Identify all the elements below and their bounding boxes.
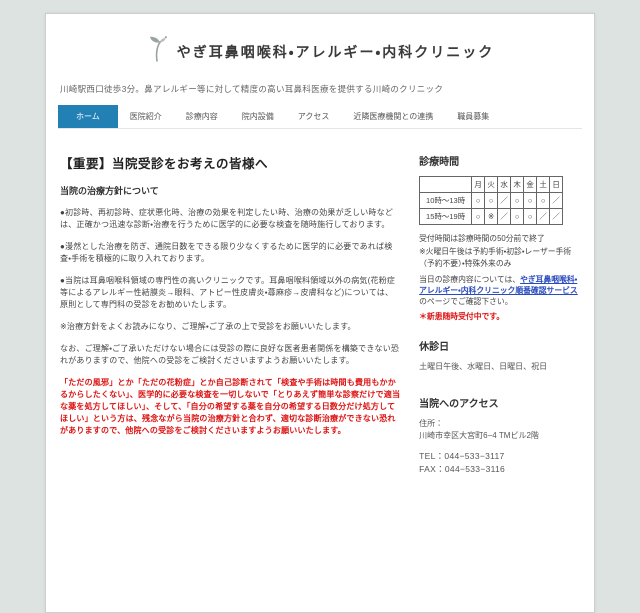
day-header: 木 <box>510 176 525 193</box>
page-title: 【重要】当院受診をお考えの皆様へ <box>60 157 269 171</box>
site-tagline: 川崎駅西口徒歩3分。鼻アレルギー等に対して精度の高い耳鼻科医療を提供する川崎のク… <box>60 84 444 94</box>
fax-line: FAX：044−533−3116 <box>419 463 506 474</box>
day-header: 月 <box>471 176 486 193</box>
content-area: 【重要】当院受診をお考えの皆様へ 当院の治療方針について ●初診時、再初診時、症… <box>46 129 594 476</box>
day-header: 土 <box>536 176 551 193</box>
hours-cell: ／ <box>549 192 564 209</box>
hours-cell: ○ <box>471 208 486 225</box>
address-label: 住所： <box>419 418 444 428</box>
same-day-info-prefix: 当日の診療内容については、 <box>419 274 521 284</box>
policy-paragraph: なお、ご理解・ご了承いただけない場合には受診の際に良好な医者患者関係を構築できな… <box>60 344 400 365</box>
closed-days-text: 土曜日午後、水曜日、日曜日、祝日 <box>419 361 548 371</box>
hours-row-label: 15時～19時 <box>419 208 473 225</box>
reception-note: 受付時間は診療時間の50分前で終了 <box>419 234 545 243</box>
main-column: 【重要】当院受診をお考えの皆様へ 当院の治療方針について ●初診時、再初診時、症… <box>60 141 401 476</box>
closed-days-heading: 休診日 <box>419 341 450 353</box>
day-header: 日 <box>549 176 564 193</box>
tel-line: TEL：044−533−3117 <box>419 450 505 461</box>
hours-cell: ○ <box>523 208 538 225</box>
address-block: 住所： 川崎市幸区大宮町6−4 TMビル2階 <box>419 418 580 442</box>
hours-cell: ○ <box>510 208 525 225</box>
clinic-logo-icon <box>146 36 170 67</box>
hours-table: 月 火 水 木 金 土 日 10時～13時 ○ ○ ／ ○ ○ ○ ／ 15時～… <box>419 176 564 225</box>
nav-tab-services[interactable]: 診療内容 <box>174 105 230 128</box>
hours-row-label: 10時～13時 <box>419 192 473 209</box>
hours-table-header-row: 月 火 水 木 金 土 日 <box>419 176 564 193</box>
hours-cell: ※ <box>484 208 499 225</box>
hours-cell: ／ <box>497 208 512 225</box>
same-day-info-suffix: のページでご確認下さい。 <box>419 297 513 307</box>
nav-tab-access[interactable]: アクセス <box>286 105 342 128</box>
hours-cell: ／ <box>549 208 564 225</box>
new-patients-note: ＊新患随時受付中です。 <box>419 311 505 321</box>
hours-cell: ○ <box>536 192 551 209</box>
day-header: 水 <box>497 176 512 193</box>
policy-warning-text: 「ただの風邪」とか「ただの花粉症」とか自己診断されて「検査や手術は時間も費用もか… <box>60 378 401 435</box>
policy-paragraph: ※治療方針をよくお読みになり、ご理解・ご了承の上で受診をお願いいたします。 <box>60 322 356 331</box>
policy-paragraph: ●当院は耳鼻咽喉科領域の専門性の高いクリニックです。耳鼻咽喉科領域以外の病気(花… <box>60 276 396 309</box>
hours-row-afternoon: 15時～19時 ○ ※ ／ ○ ○ ／ ／ <box>419 208 564 225</box>
nav-tab-facilities[interactable]: 院内設備 <box>230 105 286 128</box>
hours-row-morning: 10時～13時 ○ ○ ／ ○ ○ ○ ／ <box>419 192 564 209</box>
hours-table-corner-cell <box>419 176 473 193</box>
access-heading: 当院へのアクセス <box>419 398 499 410</box>
hours-heading: 診療時間 <box>419 157 460 168</box>
hours-cell: ／ <box>497 192 512 209</box>
day-header: 金 <box>523 176 538 193</box>
nav-tab-clinic-intro[interactable]: 医院紹介 <box>118 105 174 128</box>
page-card: やぎ耳鼻咽喉科・アレルギー・内科クリニック 川崎駅西口徒歩3分。鼻アレルギー等に… <box>45 13 595 613</box>
policy-subheading: 当院の治療方針について <box>60 186 159 196</box>
policy-paragraph: ●漫然とした治療を防ぎ、通院日数をできる限り少なくするために医学的に必要であれば… <box>60 242 393 263</box>
address-value: 川崎市幸区大宮町6−4 TMビル2階 <box>419 430 539 440</box>
hours-cell: ○ <box>523 192 538 209</box>
same-day-info: 当日の診療内容については、やぎ耳鼻咽喉科・アレルギー・内科クリニック順番確認サー… <box>419 274 580 308</box>
nav-tab-home[interactable]: ホーム <box>58 105 118 128</box>
main-nav: ホーム 医院紹介 診療内容 院内設備 アクセス 近隣医療機関との連携 職員募集 <box>58 105 582 129</box>
site-header: やぎ耳鼻咽喉科・アレルギー・内科クリニック <box>46 14 594 67</box>
tuesday-note: ※火曜日午後は予約手術・初診・レーザー手術（予約不要）・特殊外来のみ <box>419 247 572 268</box>
site-title: やぎ耳鼻咽喉科・アレルギー・内科クリニック <box>176 43 495 60</box>
hours-cell: ○ <box>471 192 486 209</box>
sidebar: 診療時間 月 火 水 木 金 土 日 10時～13時 ○ ○ ／ ○ ○ ○ ／… <box>419 141 580 476</box>
nav-tab-recruit[interactable]: 職員募集 <box>445 105 501 128</box>
policy-paragraph: ●初診時、再初診時、症状悪化時、治療の効果を判定したい時、治療の効果が乏しい時な… <box>60 208 394 229</box>
nav-tab-partner-clinics[interactable]: 近隣医療機関との連携 <box>341 105 445 128</box>
hours-cell: ○ <box>510 192 525 209</box>
hours-cell: ／ <box>536 208 551 225</box>
day-header: 火 <box>484 176 499 193</box>
hours-cell: ○ <box>484 192 499 209</box>
